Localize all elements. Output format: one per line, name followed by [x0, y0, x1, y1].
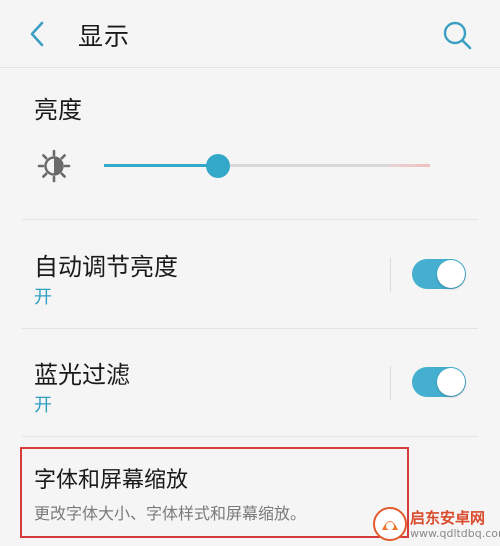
divider: [22, 219, 478, 220]
font-scaling-title: 字体和屏幕缩放: [34, 468, 189, 493]
watermark-logo-icon: [372, 506, 408, 542]
vertical-divider: [390, 258, 391, 292]
back-button[interactable]: [22, 18, 54, 50]
font-scaling-description: 更改字体大小、字体样式和屏幕缩放。: [34, 504, 307, 523]
chevron-left-icon: [30, 21, 44, 47]
divider: [22, 328, 478, 329]
app-bar: 显示: [0, 0, 500, 68]
vertical-divider: [390, 366, 391, 400]
auto-brightness-title: 自动调节亮度: [34, 253, 178, 281]
auto-brightness-status: 开: [34, 287, 52, 308]
sun-icon: [36, 148, 72, 184]
slider-fill: [104, 164, 218, 167]
brightness-label: 亮度: [34, 96, 82, 124]
site-watermark: 启东安卓网 www.qdltdbq.com: [370, 506, 500, 544]
slider-thumb[interactable]: [206, 154, 230, 178]
blue-light-filter-title: 蓝光过滤: [34, 361, 130, 389]
blue-light-filter-toggle[interactable]: [412, 367, 466, 397]
header-divider: [0, 67, 500, 68]
search-button[interactable]: [440, 18, 474, 52]
toggle-knob: [437, 368, 465, 396]
toggle-knob: [437, 260, 465, 288]
watermark-url: www.qdltdbq.com: [410, 527, 500, 540]
auto-brightness-toggle[interactable]: [412, 259, 466, 289]
divider: [22, 436, 478, 437]
watermark-brand: 启东安卓网: [410, 509, 486, 527]
blue-light-filter-status: 开: [34, 395, 52, 416]
page-title: 显示: [78, 22, 131, 51]
brightness-slider[interactable]: [104, 153, 430, 179]
slider-track-end: [388, 164, 430, 167]
search-icon: [443, 21, 472, 50]
